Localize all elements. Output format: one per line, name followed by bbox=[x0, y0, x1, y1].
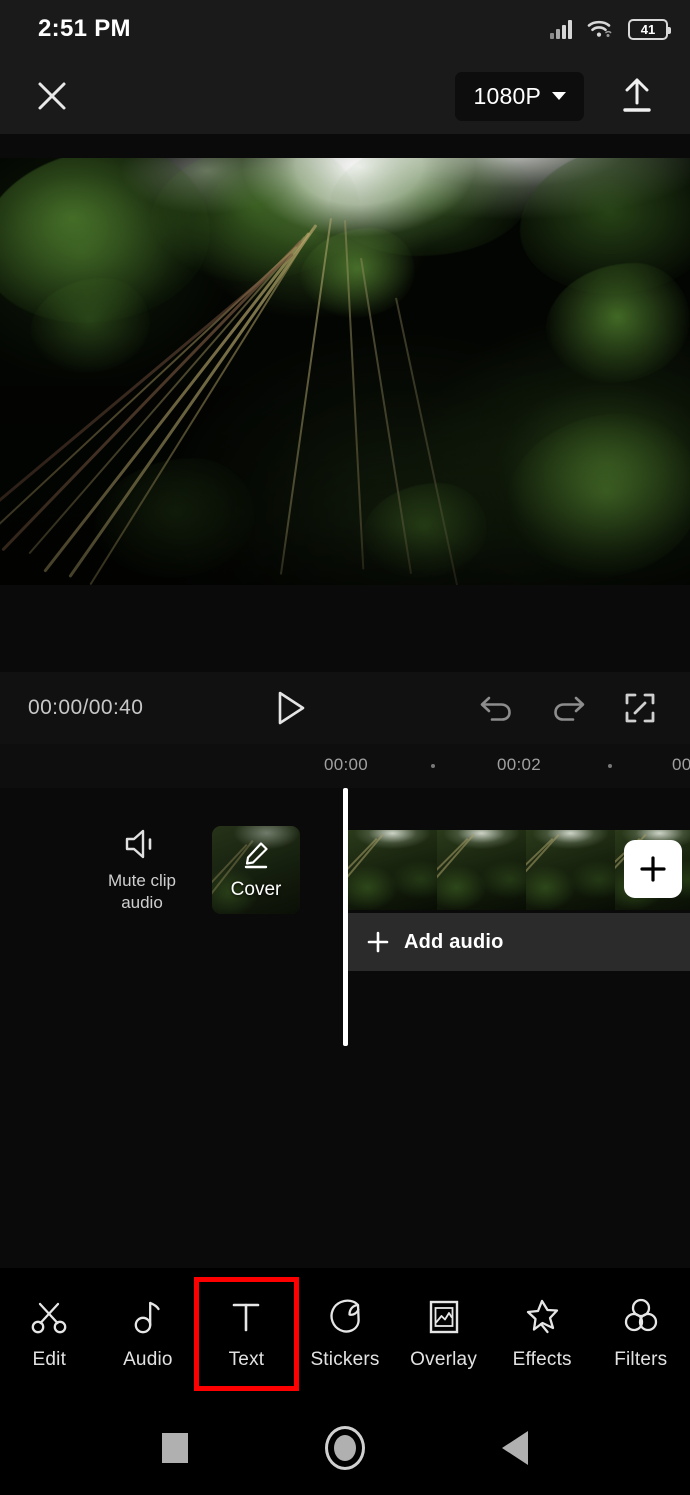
wifi-icon bbox=[587, 20, 612, 37]
tool-overlay[interactable]: Overlay bbox=[394, 1280, 493, 1388]
tool-label: Filters bbox=[614, 1349, 668, 1370]
tool-label: Text bbox=[228, 1349, 265, 1370]
tool-filters[interactable]: Filters bbox=[591, 1280, 690, 1388]
timeline-left-tools: Mute clip audio Cover bbox=[0, 810, 344, 930]
play-button-wrapper bbox=[103, 689, 478, 727]
ruler-tick-label: 00:02 bbox=[497, 755, 542, 774]
undo-icon bbox=[480, 696, 511, 721]
undo-button[interactable] bbox=[478, 692, 514, 724]
triangle-back-icon bbox=[502, 1430, 528, 1465]
resolution-selector[interactable]: 1080P bbox=[455, 71, 584, 121]
image-frame-icon bbox=[429, 1300, 458, 1334]
playhead-handle[interactable] bbox=[343, 788, 348, 1046]
music-note-icon bbox=[134, 1301, 160, 1334]
tool-label: Effects bbox=[512, 1349, 572, 1370]
tool-label: Stickers bbox=[310, 1349, 380, 1370]
text-t-icon bbox=[233, 1303, 260, 1332]
tool-audio[interactable]: Audio bbox=[99, 1280, 198, 1388]
circle-home-icon bbox=[325, 1425, 365, 1470]
ruler-tick-dot bbox=[431, 764, 435, 768]
pencil-edit-icon bbox=[241, 840, 271, 875]
magic-star-icon bbox=[527, 1299, 559, 1334]
tool-label: Overlay bbox=[410, 1349, 478, 1370]
ruler-tick-label: 00 bbox=[672, 755, 690, 774]
redo-icon bbox=[554, 696, 585, 721]
ruler-tick-dot bbox=[608, 764, 612, 768]
chevron-down-icon bbox=[552, 92, 566, 100]
battery-level: 41 bbox=[640, 21, 656, 37]
signal-bars-icon bbox=[550, 19, 572, 39]
tool-label: Audio bbox=[123, 1349, 173, 1370]
clip-thumbnail[interactable] bbox=[348, 830, 437, 910]
tool-text[interactable]: Text bbox=[194, 1277, 299, 1391]
status-time: 2:51 PM bbox=[38, 15, 131, 42]
playback-actions bbox=[478, 692, 672, 724]
redo-button[interactable] bbox=[551, 692, 587, 724]
play-icon bbox=[278, 691, 304, 725]
editor-tool-bar: Edit Audio Text Stickers Overlay Effects… bbox=[0, 1268, 690, 1400]
speaker-volume-icon bbox=[125, 830, 152, 859]
mute-clip-audio-label: Mute clip audio bbox=[107, 871, 177, 912]
close-icon bbox=[38, 82, 66, 110]
cover-label: Cover bbox=[230, 878, 282, 900]
fullscreen-expand-icon bbox=[625, 693, 655, 723]
plus-icon bbox=[367, 931, 389, 953]
resolution-label: 1080P bbox=[473, 82, 541, 109]
three-circles-icon bbox=[624, 1298, 657, 1332]
cover-button[interactable]: Cover bbox=[212, 826, 300, 914]
battery-icon: 41 bbox=[628, 18, 671, 40]
tool-stickers[interactable]: Stickers bbox=[296, 1280, 395, 1388]
plus-icon bbox=[640, 856, 666, 882]
tool-edit[interactable]: Edit bbox=[0, 1280, 99, 1388]
ruler-tick-label: 00:00 bbox=[324, 755, 369, 774]
timeline-ruler[interactable]: 00:00 00:02 00 bbox=[0, 744, 690, 788]
android-nav-bar bbox=[0, 1400, 690, 1495]
play-button[interactable] bbox=[274, 689, 308, 727]
status-bar: 2:51 PM 41 bbox=[0, 0, 690, 58]
playback-bar: 00:00/00:40 bbox=[0, 672, 690, 744]
clip-thumbnail[interactable] bbox=[437, 830, 526, 910]
timeline-area[interactable]: Mute clip audio Cover Add audio bbox=[0, 788, 690, 1268]
mute-clip-audio-button[interactable]: Mute clip audio bbox=[96, 827, 188, 913]
tool-effects[interactable]: Effects bbox=[493, 1280, 592, 1388]
scissors-icon bbox=[31, 1302, 67, 1334]
fullscreen-button[interactable] bbox=[624, 692, 656, 724]
tool-label: Edit bbox=[32, 1349, 67, 1370]
video-preview-area[interactable] bbox=[0, 134, 690, 672]
close-button[interactable] bbox=[26, 70, 78, 122]
square-recents-icon bbox=[162, 1432, 188, 1463]
clip-thumbnail[interactable] bbox=[526, 830, 615, 910]
export-button[interactable] bbox=[606, 66, 668, 126]
add-audio-track[interactable]: Add audio bbox=[348, 913, 690, 971]
add-audio-label: Add audio bbox=[404, 930, 504, 953]
back-button[interactable] bbox=[485, 1418, 545, 1478]
recents-button[interactable] bbox=[145, 1418, 205, 1478]
video-editor-app: 2:51 PM 41 1080P 00:00/00:40 00:00 00:02… bbox=[0, 0, 690, 1495]
add-clip-button[interactable] bbox=[624, 840, 682, 898]
export-upload-icon bbox=[623, 78, 651, 112]
status-icons: 41 bbox=[550, 18, 671, 40]
home-button[interactable] bbox=[315, 1418, 375, 1478]
editor-top-toolbar: 1080P bbox=[0, 58, 690, 134]
sticker-icon bbox=[330, 1299, 360, 1333]
video-frame bbox=[0, 158, 690, 585]
